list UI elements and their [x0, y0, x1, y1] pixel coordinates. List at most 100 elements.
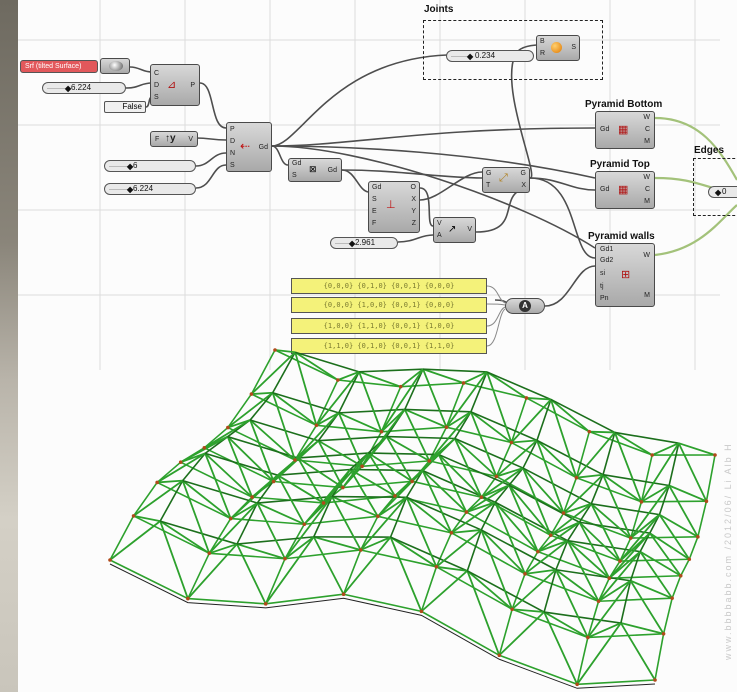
joint-point: [661, 631, 666, 636]
truss-member: [159, 520, 210, 555]
truss-member: [250, 351, 296, 395]
joint-point: [628, 536, 633, 540]
truss-member: [522, 467, 565, 514]
truss-member: [349, 469, 379, 517]
joint-point: [249, 392, 254, 396]
joint-point: [273, 348, 277, 352]
truss-member: [271, 351, 296, 394]
joint-point: [523, 572, 527, 576]
joint-point: [449, 531, 454, 535]
joint-point: [464, 510, 469, 514]
truss-member: [445, 382, 465, 428]
joint-point: [376, 514, 380, 519]
vertical-watermark-text: www.bbbbabb.com /2012/06/ Li Alb H: [723, 442, 733, 660]
truss-member: [494, 501, 539, 553]
joint-point: [393, 494, 397, 498]
truss-member: [284, 496, 333, 560]
joint-point: [360, 464, 364, 469]
space-frame-preview: [108, 348, 717, 689]
joint-point: [678, 573, 683, 578]
joint-point: [696, 535, 700, 539]
truss-member: [313, 536, 361, 551]
joint-point: [379, 429, 384, 434]
truss-member: [577, 679, 656, 686]
joint-point: [650, 453, 654, 457]
grasshopper-canvas[interactable]: Srf (tilted Surface) ◆ 6.224 False C D S…: [0, 0, 737, 692]
joint-point: [639, 500, 644, 504]
truss-member: [671, 575, 682, 599]
truss-member: [641, 500, 707, 503]
truss-member: [510, 398, 552, 444]
joint-point: [271, 479, 276, 484]
joint-point: [596, 599, 601, 604]
joint-point: [670, 596, 674, 600]
truss-member: [662, 597, 673, 634]
truss-member: [598, 597, 673, 603]
truss-member: [620, 622, 656, 681]
truss-member: [359, 368, 424, 373]
truss-member: [256, 502, 286, 560]
joint-point: [293, 458, 297, 462]
truss-member: [480, 529, 513, 610]
truss-member: [274, 349, 339, 381]
truss-member: [350, 468, 423, 472]
truss-member: [639, 550, 682, 577]
joint-point: [509, 440, 514, 445]
joint-point: [561, 511, 566, 515]
truss-member: [265, 593, 344, 605]
joint-point: [186, 596, 190, 601]
truss-member: [250, 349, 276, 395]
truss-member: [688, 536, 699, 560]
truss-member: [264, 536, 315, 605]
truss-member: [203, 419, 251, 449]
truss-member: [404, 408, 471, 413]
joint-point: [434, 565, 439, 569]
joint-point: [341, 485, 345, 490]
joint-point: [226, 425, 230, 430]
truss-member: [654, 633, 665, 681]
joint-point: [713, 453, 717, 457]
truss-member: [486, 371, 552, 401]
truss-member: [294, 351, 360, 373]
joint-point: [510, 607, 514, 612]
truss-member: [400, 382, 464, 388]
joint-point: [178, 460, 183, 464]
joint-point: [427, 459, 432, 463]
joint-point: [398, 384, 403, 389]
truss-member: [386, 435, 455, 440]
truss-member: [109, 520, 161, 561]
joint-point: [250, 495, 254, 499]
truss-member: [421, 470, 453, 534]
truss-member: [677, 442, 708, 502]
truss-member: [602, 473, 670, 487]
truss-member: [486, 371, 513, 443]
truss-member: [680, 558, 690, 577]
truss-member: [367, 452, 396, 497]
truss-member: [236, 543, 267, 605]
truss-member: [187, 552, 211, 599]
truss-member: [522, 440, 538, 469]
joint-point: [497, 653, 502, 658]
truss-member: [510, 397, 528, 443]
truss-member: [411, 480, 482, 499]
truss-member: [705, 454, 716, 502]
truss-member: [576, 473, 604, 479]
truss-member: [429, 460, 497, 478]
joint-point: [207, 551, 212, 556]
joint-point: [548, 533, 553, 538]
truss-member: [587, 632, 664, 639]
truss-member: [331, 496, 362, 551]
joint-point: [202, 446, 207, 450]
truss-member: [480, 529, 526, 575]
joint-point: [653, 678, 657, 682]
truss-member: [251, 393, 317, 427]
truss-member: [511, 439, 538, 444]
truss-member: [322, 452, 370, 504]
truss-member: [343, 593, 422, 613]
truss-member: [342, 549, 362, 595]
truss-member: [156, 452, 206, 484]
truss-member: [132, 481, 158, 517]
truss-member: [421, 610, 500, 656]
truss-member: [249, 392, 274, 421]
joint-point: [302, 522, 307, 527]
